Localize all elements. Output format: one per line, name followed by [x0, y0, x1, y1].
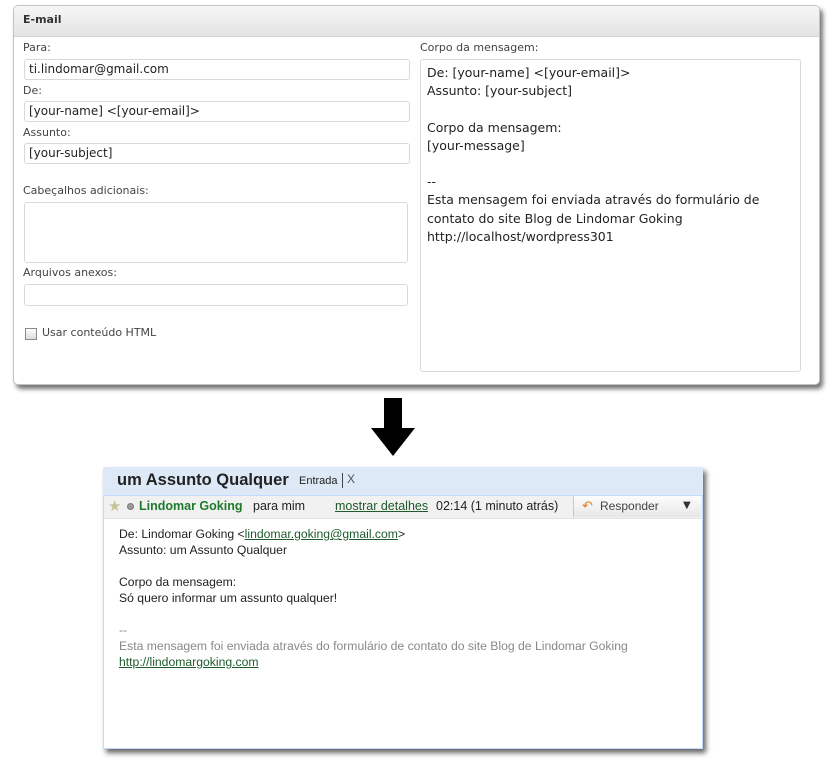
body-text: Só quero informar um assunto qualquer!	[119, 591, 338, 605]
show-details-link[interactable]: mostrar detalhes	[335, 499, 428, 513]
message-time: 02:14 (1 minuto atrás)	[436, 499, 559, 513]
label-separator	[342, 473, 343, 488]
body-label: Corpo da mensagem:	[420, 41, 539, 54]
subject-line: Assunto: um Assunto Qualquer	[119, 543, 288, 557]
attachments-field[interactable]	[24, 284, 408, 306]
signature-link[interactable]: http://lindomargoking.com	[119, 655, 259, 669]
body-line	[427, 100, 794, 118]
received-email: um Assunto Qualquer Entrada X ★ Lindomar…	[103, 467, 703, 749]
more-options-button[interactable]: ▼	[675, 496, 701, 517]
html-checkbox-label: Usar conteúdo HTML	[42, 326, 157, 339]
reply-button[interactable]: ↶ Responder	[573, 496, 676, 517]
from-email-link[interactable]: lindomar.goking@gmail.com	[245, 527, 398, 541]
panel-header	[14, 6, 819, 37]
inbox-label[interactable]: Entrada	[299, 475, 338, 487]
email-header-bar: um Assunto Qualquer Entrada X	[103, 467, 703, 495]
headers-label: Cabeçalhos adicionais:	[23, 184, 149, 197]
to-field[interactable]: ti.lindomar@gmail.com	[24, 59, 410, 80]
body-line: http://localhost/wordpress301	[427, 228, 614, 244]
body-line: [your-message]	[427, 137, 525, 153]
status-dot-icon	[127, 503, 134, 510]
remove-label-button[interactable]: X	[347, 472, 355, 486]
message-body: De: Lindomar Goking <lindomar.goking@gma…	[119, 526, 628, 670]
sender-name[interactable]: Lindomar Goking	[139, 499, 242, 513]
star-icon[interactable]: ★	[108, 498, 121, 514]
down-arrow-icon	[371, 398, 415, 456]
reply-label: Responder	[600, 499, 659, 513]
message-header: ★ Lindomar Goking para mim mostrar detal…	[104, 496, 702, 519]
body-line	[427, 155, 794, 173]
dropdown-arrow-icon: ▼	[683, 500, 691, 511]
body-line: --	[427, 174, 437, 190]
email-settings-panel: E-mail Para: ti.lindomar@gmail.com De: […	[13, 5, 820, 385]
signature-link-line: http://lindomargoking.com	[119, 654, 628, 670]
message-card: ★ Lindomar Goking para mim mostrar detal…	[103, 495, 703, 749]
reply-arrow-icon: ↶	[582, 499, 593, 514]
signature-text: Esta mensagem foi enviada através do for…	[119, 639, 628, 653]
from-prefix: De: Lindomar Goking <	[119, 527, 245, 541]
from-line: De: Lindomar Goking <lindomar.goking@gma…	[119, 526, 628, 542]
body-heading: Corpo da mensagem:	[119, 575, 237, 589]
body-line: Esta mensagem foi enviada através do for…	[427, 192, 760, 208]
body-line: Corpo da mensagem:	[427, 119, 562, 135]
recipient-text: para mim	[253, 499, 306, 513]
html-checkbox[interactable]	[25, 328, 37, 340]
to-label: Para:	[23, 41, 51, 54]
from-field[interactable]: [your-name] <[your-email]>	[24, 101, 410, 122]
from-suffix: >	[397, 527, 406, 541]
body-line: contato do site Blog de Lindomar Goking	[427, 210, 683, 226]
body-line: De: [your-name] <[your-email]>	[427, 65, 631, 80]
email-subject: um Assunto Qualquer	[117, 471, 289, 489]
body-line: Assunto: [your-subject]	[427, 83, 573, 99]
attachments-label: Arquivos anexos:	[23, 266, 117, 279]
subject-field[interactable]: [your-subject]	[24, 143, 410, 164]
body-textarea[interactable]: De: [your-name] <[your-email]> Assunto: …	[420, 59, 801, 372]
subject-label: Assunto:	[23, 126, 71, 139]
headers-textarea[interactable]	[24, 202, 408, 263]
from-label: De:	[23, 84, 42, 97]
panel-title: E-mail	[23, 13, 62, 26]
signature-separator: --	[119, 623, 128, 637]
